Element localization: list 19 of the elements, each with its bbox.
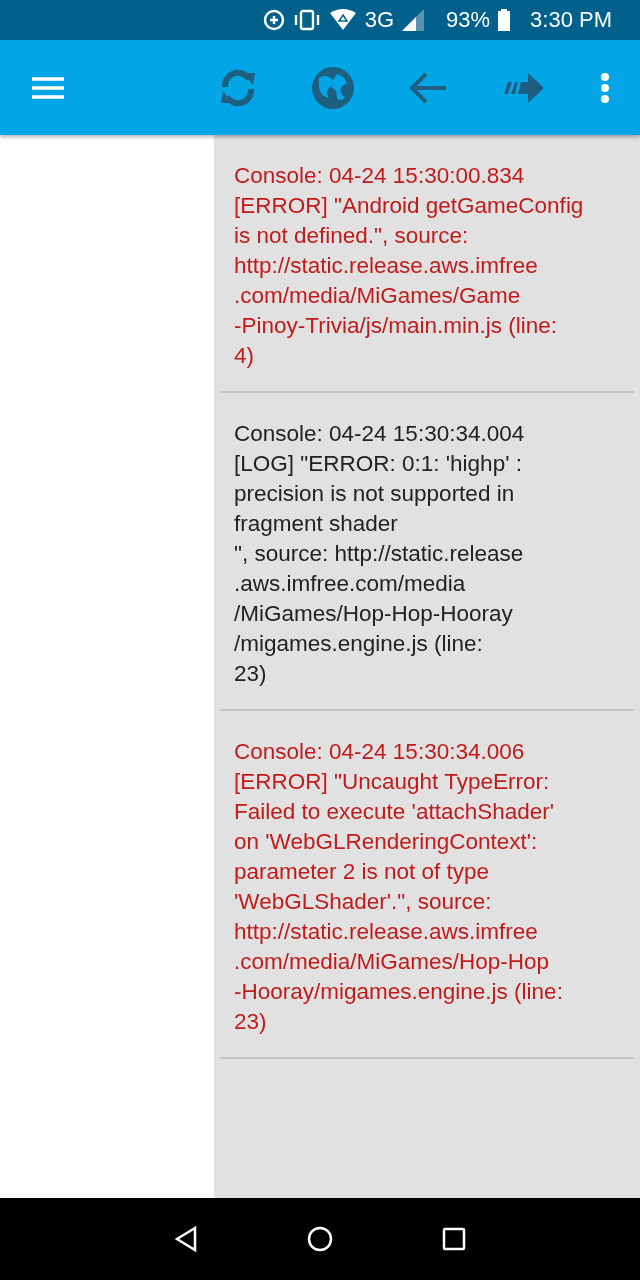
- console-message: Console: 04-24 15:30:00.834 [ERROR] "Android getGameConfig is not defined.", source: http://static.release.aws.imfree .com/media/MiGames/Game -Pinoy-Trivia/js/main.min.js (line: 4): [234, 162, 585, 370]
- vibrate-icon: [292, 9, 321, 31]
- globe-icon[interactable]: [310, 65, 355, 110]
- back-arrow-icon[interactable]: [407, 70, 448, 105]
- network-type: 3G: [364, 7, 394, 33]
- data-saver-icon: [262, 9, 285, 31]
- battery-percent: 93%: [446, 7, 491, 33]
- console-message: Console: 04-24 15:30:34.004 [LOG] "ERROR: 0:1: 'highp' : precision is not supported in fragment shader ", source: http://static.release .aws.imfree.com/media /MiGames/Hop-Hop-Hooray /migames.engine.js (line: 23): [234, 420, 526, 688]
- forward-arrow-icon[interactable]: [501, 70, 544, 105]
- console-message: Console: 04-24 15:30:34.006 [ERROR] "Uncaught TypeError: Failed to execute 'attachShader' on 'WebGLRenderingContext': parameter 2 is not of type 'WebGLShader'.", source: http://static.release.aws.imfree .com/media/MiGames/Hop-Hop -Hooray/migames.engine.js (line: 23): [234, 738, 564, 1036]
- back-nav-icon[interactable]: [174, 1226, 199, 1252]
- wifi-icon: [328, 9, 357, 31]
- more-options-icon[interactable]: [600, 72, 610, 103]
- menu-icon[interactable]: [31, 75, 64, 100]
- battery-icon: [498, 9, 511, 31]
- recents-nav-icon[interactable]: [441, 1227, 466, 1251]
- home-nav-icon[interactable]: [307, 1226, 333, 1252]
- signal-icon: [402, 9, 424, 31]
- clock: 3:30 PM: [530, 7, 612, 33]
